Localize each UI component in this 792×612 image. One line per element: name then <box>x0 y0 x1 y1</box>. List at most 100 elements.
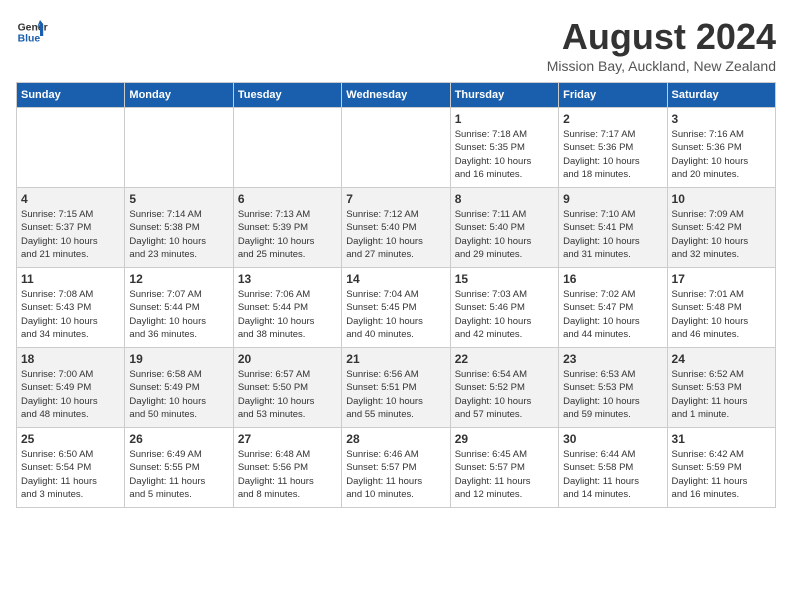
calendar-week-row: 11Sunrise: 7:08 AM Sunset: 5:43 PM Dayli… <box>17 268 776 348</box>
day-info: Sunrise: 6:45 AM Sunset: 5:57 PM Dayligh… <box>455 448 554 501</box>
day-info: Sunrise: 6:50 AM Sunset: 5:54 PM Dayligh… <box>21 448 120 501</box>
calendar-cell: 9 Sunrise: 7:10 AM Sunset: 5:41 PM Daylig… <box>559 188 667 268</box>
day-number: 6 <box>238 192 337 206</box>
calendar-cell: 18 Sunrise: 7:00 AM Sunset: 5:49 PM Dayli… <box>17 348 125 428</box>
day-info: Sunrise: 6:58 AM Sunset: 5:49 PM Dayligh… <box>129 368 228 421</box>
day-info: Sunrise: 7:01 AM Sunset: 5:48 PM Dayligh… <box>672 288 771 341</box>
day-number: 29 <box>455 432 554 446</box>
day-info: Sunrise: 6:49 AM Sunset: 5:55 PM Dayligh… <box>129 448 228 501</box>
day-number: 22 <box>455 352 554 366</box>
calendar-cell: 25 Sunrise: 6:50 AM Sunset: 5:54 PM Dayli… <box>17 428 125 508</box>
calendar-cell <box>17 108 125 188</box>
day-info: Sunrise: 7:11 AM Sunset: 5:40 PM Dayligh… <box>455 208 554 261</box>
calendar-cell: 24Sunrise: 6:52 AM Sunset: 5:53 PM Dayli… <box>667 348 775 428</box>
day-number: 20 <box>238 352 337 366</box>
day-info: Sunrise: 6:57 AM Sunset: 5:50 PM Dayligh… <box>238 368 337 421</box>
day-number: 21 <box>346 352 445 366</box>
calendar-week-row: 25 Sunrise: 6:50 AM Sunset: 5:54 PM Dayli… <box>17 428 776 508</box>
day-number: 3 <box>672 112 771 126</box>
calendar-cell: 5 Sunrise: 7:14 AM Sunset: 5:38 PM Daylig… <box>125 188 233 268</box>
day-info: Sunrise: 7:12 AM Sunset: 5:40 PM Dayligh… <box>346 208 445 261</box>
day-number: 25 <box>21 432 120 446</box>
weekday-header: Tuesday <box>233 83 341 108</box>
day-info: Sunrise: 6:46 AM Sunset: 5:57 PM Dayligh… <box>346 448 445 501</box>
calendar-cell: 11Sunrise: 7:08 AM Sunset: 5:43 PM Dayli… <box>17 268 125 348</box>
weekday-header: Saturday <box>667 83 775 108</box>
day-info: Sunrise: 7:00 AM Sunset: 5:49 PM Dayligh… <box>21 368 120 421</box>
day-number: 2 <box>563 112 662 126</box>
day-number: 14 <box>346 272 445 286</box>
day-info: Sunrise: 7:09 AM Sunset: 5:42 PM Dayligh… <box>672 208 771 261</box>
day-info: Sunrise: 7:10 AM Sunset: 5:41 PM Dayligh… <box>563 208 662 261</box>
calendar-cell: 16 Sunrise: 7:02 AM Sunset: 5:47 PM Dayli… <box>559 268 667 348</box>
calendar-cell: 21Sunrise: 6:56 AM Sunset: 5:51 PM Dayli… <box>342 348 450 428</box>
day-info: Sunrise: 7:06 AM Sunset: 5:44 PM Dayligh… <box>238 288 337 341</box>
calendar-week-row: 4Sunrise: 7:15 AM Sunset: 5:37 PM Daylig… <box>17 188 776 268</box>
calendar-cell <box>233 108 341 188</box>
calendar-cell: 14 Sunrise: 7:04 AM Sunset: 5:45 PM Dayli… <box>342 268 450 348</box>
day-number: 13 <box>238 272 337 286</box>
calendar-cell: 20 Sunrise: 6:57 AM Sunset: 5:50 PM Dayli… <box>233 348 341 428</box>
calendar-cell: 29 Sunrise: 6:45 AM Sunset: 5:57 PM Dayli… <box>450 428 558 508</box>
day-number: 30 <box>563 432 662 446</box>
weekday-header: Sunday <box>17 83 125 108</box>
title-section: August 2024 Mission Bay, Auckland, New Z… <box>547 16 776 74</box>
day-number: 19 <box>129 352 228 366</box>
day-info: Sunrise: 7:04 AM Sunset: 5:45 PM Dayligh… <box>346 288 445 341</box>
day-info: Sunrise: 6:44 AM Sunset: 5:58 PM Dayligh… <box>563 448 662 501</box>
calendar-cell: 27Sunrise: 6:48 AM Sunset: 5:56 PM Dayli… <box>233 428 341 508</box>
day-number: 28 <box>346 432 445 446</box>
day-number: 31 <box>672 432 771 446</box>
svg-text:Blue: Blue <box>18 34 41 45</box>
day-info: Sunrise: 6:42 AM Sunset: 5:59 PM Dayligh… <box>672 448 771 501</box>
calendar-cell: 12 Sunrise: 7:07 AM Sunset: 5:44 PM Dayli… <box>125 268 233 348</box>
calendar-cell: 4Sunrise: 7:15 AM Sunset: 5:37 PM Daylig… <box>17 188 125 268</box>
day-number: 16 <box>563 272 662 286</box>
day-info: Sunrise: 7:16 AM Sunset: 5:36 PM Dayligh… <box>672 128 771 181</box>
calendar-cell: 8 Sunrise: 7:11 AM Sunset: 5:40 PM Daylig… <box>450 188 558 268</box>
calendar-cell <box>342 108 450 188</box>
calendar-cell: 23 Sunrise: 6:53 AM Sunset: 5:53 PM Dayli… <box>559 348 667 428</box>
calendar-cell: 7Sunrise: 7:12 AM Sunset: 5:40 PM Daylig… <box>342 188 450 268</box>
svg-text:General: General <box>18 22 48 33</box>
day-info: Sunrise: 6:54 AM Sunset: 5:52 PM Dayligh… <box>455 368 554 421</box>
calendar-cell: 31 Sunrise: 6:42 AM Sunset: 5:59 PM Dayli… <box>667 428 775 508</box>
calendar-cell: 22 Sunrise: 6:54 AM Sunset: 5:52 PM Dayli… <box>450 348 558 428</box>
day-info: Sunrise: 6:53 AM Sunset: 5:53 PM Dayligh… <box>563 368 662 421</box>
logo: General Blue <box>16 16 48 48</box>
calendar-cell: 26 Sunrise: 6:49 AM Sunset: 5:55 PM Dayli… <box>125 428 233 508</box>
day-number: 18 <box>21 352 120 366</box>
day-info: Sunrise: 6:52 AM Sunset: 5:53 PM Dayligh… <box>672 368 771 421</box>
calendar-week-row: 1 Sunrise: 7:18 AM Sunset: 5:35 PM Daylig… <box>17 108 776 188</box>
day-info: Sunrise: 6:48 AM Sunset: 5:56 PM Dayligh… <box>238 448 337 501</box>
day-info: Sunrise: 7:15 AM Sunset: 5:37 PM Dayligh… <box>21 208 120 261</box>
weekday-header-row: SundayMondayTuesdayWednesdayThursdayFrid… <box>17 83 776 108</box>
day-info: Sunrise: 7:07 AM Sunset: 5:44 PM Dayligh… <box>129 288 228 341</box>
day-info: Sunrise: 7:18 AM Sunset: 5:35 PM Dayligh… <box>455 128 554 181</box>
calendar-cell: 30 Sunrise: 6:44 AM Sunset: 5:58 PM Dayli… <box>559 428 667 508</box>
day-number: 12 <box>129 272 228 286</box>
day-number: 9 <box>563 192 662 206</box>
day-number: 8 <box>455 192 554 206</box>
weekday-header: Friday <box>559 83 667 108</box>
day-number: 5 <box>129 192 228 206</box>
day-number: 26 <box>129 432 228 446</box>
month-title: August 2024 <box>547 16 776 58</box>
day-number: 23 <box>563 352 662 366</box>
day-info: Sunrise: 7:02 AM Sunset: 5:47 PM Dayligh… <box>563 288 662 341</box>
day-info: Sunrise: 7:14 AM Sunset: 5:38 PM Dayligh… <box>129 208 228 261</box>
day-number: 1 <box>455 112 554 126</box>
calendar-cell: 1 Sunrise: 7:18 AM Sunset: 5:35 PM Daylig… <box>450 108 558 188</box>
weekday-header: Monday <box>125 83 233 108</box>
weekday-header: Thursday <box>450 83 558 108</box>
day-number: 10 <box>672 192 771 206</box>
calendar-cell: 19 Sunrise: 6:58 AM Sunset: 5:49 PM Dayli… <box>125 348 233 428</box>
calendar-cell: 3 Sunrise: 7:16 AM Sunset: 5:36 PM Daylig… <box>667 108 775 188</box>
calendar-cell: 28 Sunrise: 6:46 AM Sunset: 5:57 PM Dayli… <box>342 428 450 508</box>
calendar-cell: 2 Sunrise: 7:17 AM Sunset: 5:36 PM Daylig… <box>559 108 667 188</box>
day-info: Sunrise: 7:17 AM Sunset: 5:36 PM Dayligh… <box>563 128 662 181</box>
day-number: 17 <box>672 272 771 286</box>
day-number: 11 <box>21 272 120 286</box>
weekday-header: Wednesday <box>342 83 450 108</box>
calendar-table: SundayMondayTuesdayWednesdayThursdayFrid… <box>16 82 776 508</box>
